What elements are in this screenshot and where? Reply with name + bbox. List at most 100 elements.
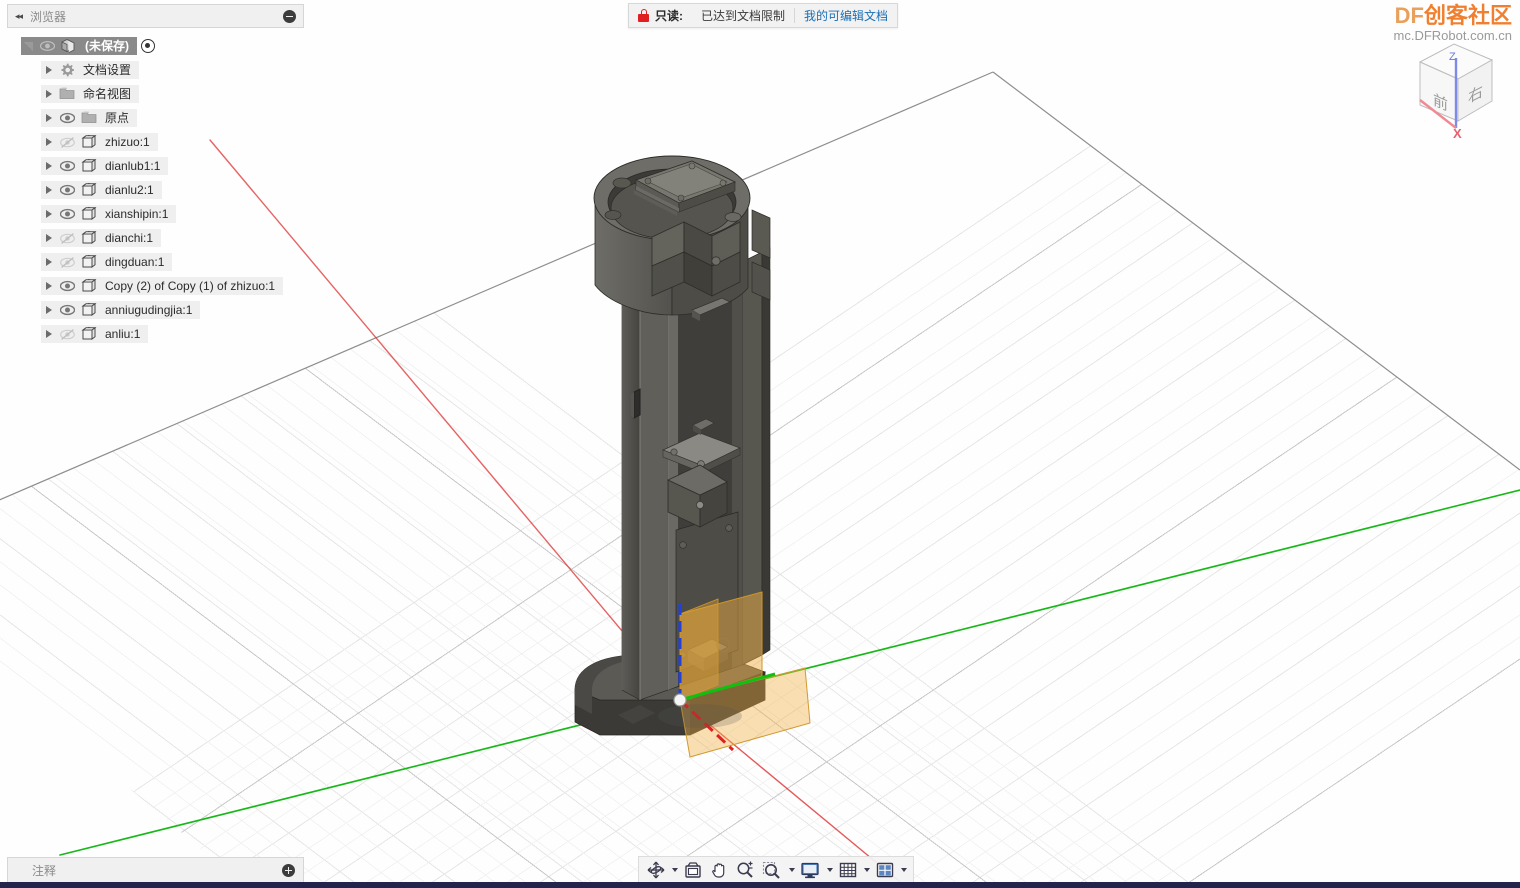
chevron-right-icon[interactable] (41, 157, 57, 175)
tree-item-hit[interactable]: 命名视图 (41, 85, 140, 103)
tree-item-hit[interactable]: dingduan:1 (41, 253, 173, 271)
eye-hidden-icon[interactable] (57, 325, 79, 343)
chevron-right-icon[interactable] (41, 229, 57, 247)
tree-item-hit[interactable]: 文档设置 (41, 61, 140, 79)
comments-label: 注释 (32, 863, 57, 878)
tree-item-hit[interactable]: dianlu2:1 (41, 181, 162, 199)
component-icon (79, 133, 101, 151)
tree-item-label: dianlu2:1 (105, 183, 154, 197)
tree-row-copy-of-zhizuo[interactable]: Copy (2) of Copy (1) of zhizuo:1 (7, 274, 304, 298)
tree-row-dianchi[interactable]: dianchi:1 (7, 226, 304, 250)
tree-item-hit[interactable]: xianshipin:1 (41, 205, 177, 223)
zoom-button[interactable] (732, 858, 758, 881)
zoom-window-button[interactable] (758, 858, 786, 881)
tree-item-hit[interactable]: anliu:1 (41, 325, 149, 343)
display-settings-button[interactable] (797, 858, 824, 881)
component-icon (79, 325, 101, 343)
tree-item-hit[interactable]: dianlub1:1 (41, 157, 169, 175)
component-icon (79, 253, 101, 271)
document-limit-message: 已达到文档限制 (692, 4, 794, 27)
eye-visible-icon[interactable] (57, 157, 79, 175)
tree-item-hit[interactable]: dianchi:1 (41, 229, 162, 247)
eye-visible-icon[interactable] (37, 37, 59, 55)
folder-icon (57, 85, 79, 103)
component-icon (79, 181, 101, 199)
chevron-right-icon[interactable] (41, 181, 57, 199)
look-at-button[interactable] (680, 858, 706, 881)
tree-item-label: zhizuo:1 (105, 135, 150, 149)
eye-hidden-icon[interactable] (57, 253, 79, 271)
chevron-right-icon[interactable] (41, 277, 57, 295)
eye-visible-icon[interactable] (57, 277, 79, 295)
tree-row-dianlub1[interactable]: dianlub1:1 (7, 154, 304, 178)
tree-row-root[interactable]: (未保存) (7, 34, 304, 58)
tree-item-label: xianshipin:1 (105, 207, 169, 221)
tree-item-label: 原点 (105, 111, 130, 125)
grid-snaps-dropdown-arrow-icon[interactable] (864, 867, 870, 872)
fusion360-window: 只读: 已达到文档限制 我的可编辑文档 ◂◂ 浏览器 (未保存) 文档设置 命名… (0, 0, 1520, 888)
eye-visible-icon[interactable] (57, 301, 79, 319)
plus-circle-icon[interactable] (282, 863, 295, 877)
component-icon (79, 157, 101, 175)
display-settings-dropdown-arrow-icon[interactable] (827, 867, 833, 872)
tree-row-xianshipin[interactable]: xianshipin:1 (7, 202, 304, 226)
view-cube[interactable]: 前 右 X Z (1392, 28, 1512, 141)
component-icon (79, 205, 101, 223)
chevron-right-icon[interactable] (41, 133, 57, 151)
double-left-arrow-icon[interactable]: ◂◂ (15, 11, 23, 22)
tree-row-named-views[interactable]: 命名视图 (7, 82, 304, 106)
pan-button[interactable] (706, 858, 732, 881)
viewport-layout-dropdown-arrow-icon[interactable] (901, 867, 907, 872)
chevron-right-icon[interactable] (41, 253, 57, 271)
eye-hidden-icon[interactable] (57, 229, 79, 247)
tree-row-dingduan[interactable]: dingduan:1 (7, 250, 304, 274)
document-limit-text: 已达到文档限制 (701, 9, 786, 23)
tree-item-hit[interactable]: anniugudingjia:1 (41, 301, 201, 319)
eye-hidden-icon[interactable] (57, 133, 79, 151)
tree-item-label: Copy (2) of Copy (1) of zhizuo:1 (105, 279, 276, 293)
tree-item-label: dianchi:1 (105, 231, 154, 245)
my-editable-documents-link[interactable]: 我的可编辑文档 (795, 4, 897, 27)
chevron-right-icon[interactable] (41, 61, 57, 79)
zoom-window-dropdown-arrow-icon[interactable] (789, 867, 795, 872)
grid-snaps-button[interactable] (835, 858, 861, 881)
tree-row-document-settings[interactable]: 文档设置 (7, 58, 304, 82)
lock-icon (638, 9, 649, 22)
folder-icon (79, 109, 101, 127)
tree-item-label: dianlub1:1 (105, 159, 161, 173)
tree-row-anniugudingjia[interactable]: anniugudingjia:1 (7, 298, 304, 322)
my-editable-documents-label[interactable]: 我的可编辑文档 (804, 7, 888, 24)
readonly-status: 只读: (629, 4, 692, 27)
eye-visible-icon[interactable] (57, 205, 79, 223)
readonly-banner: 只读: 已达到文档限制 我的可编辑文档 (628, 3, 899, 28)
component-icon (79, 277, 101, 295)
readonly-label: 只读: (655, 9, 683, 23)
orbit-dropdown-arrow-icon[interactable] (672, 867, 678, 872)
active-component-radio-icon[interactable] (141, 39, 155, 53)
tree-root-hit[interactable]: (未保存) (21, 37, 137, 55)
tree-row-origin[interactable]: 原点 (7, 106, 304, 130)
tree-item-hit[interactable]: zhizuo:1 (41, 133, 158, 151)
bottom-status-bar (0, 882, 1520, 888)
tree-row-dianlu2[interactable]: dianlu2:1 (7, 178, 304, 202)
chevron-right-icon[interactable] (41, 205, 57, 223)
browser-header: ◂◂ 浏览器 (7, 4, 304, 28)
viewport-layout-button[interactable] (872, 858, 898, 881)
tree-item-hit[interactable]: Copy (2) of Copy (1) of zhizuo:1 (41, 277, 284, 295)
minus-circle-icon[interactable] (283, 9, 296, 23)
chevron-right-icon[interactable] (41, 109, 57, 127)
chevron-right-icon[interactable] (41, 301, 57, 319)
tree-row-anliu[interactable]: anliu:1 (7, 322, 304, 346)
tree-item-hit[interactable]: 原点 (41, 109, 138, 127)
orbit-button[interactable] (643, 858, 669, 881)
navigation-toolbar (638, 856, 914, 883)
tree-row-zhizuo[interactable]: zhizuo:1 (7, 130, 304, 154)
component-icon (79, 229, 101, 247)
chevron-right-icon[interactable] (41, 85, 57, 103)
eye-visible-icon[interactable] (57, 181, 79, 199)
caret-open-icon[interactable] (21, 37, 37, 55)
eye-visible-icon[interactable] (57, 109, 79, 127)
chevron-right-icon[interactable] (41, 325, 57, 343)
viewcube-axis-x-label: X (1453, 126, 1462, 138)
assembly-icon (59, 37, 81, 55)
